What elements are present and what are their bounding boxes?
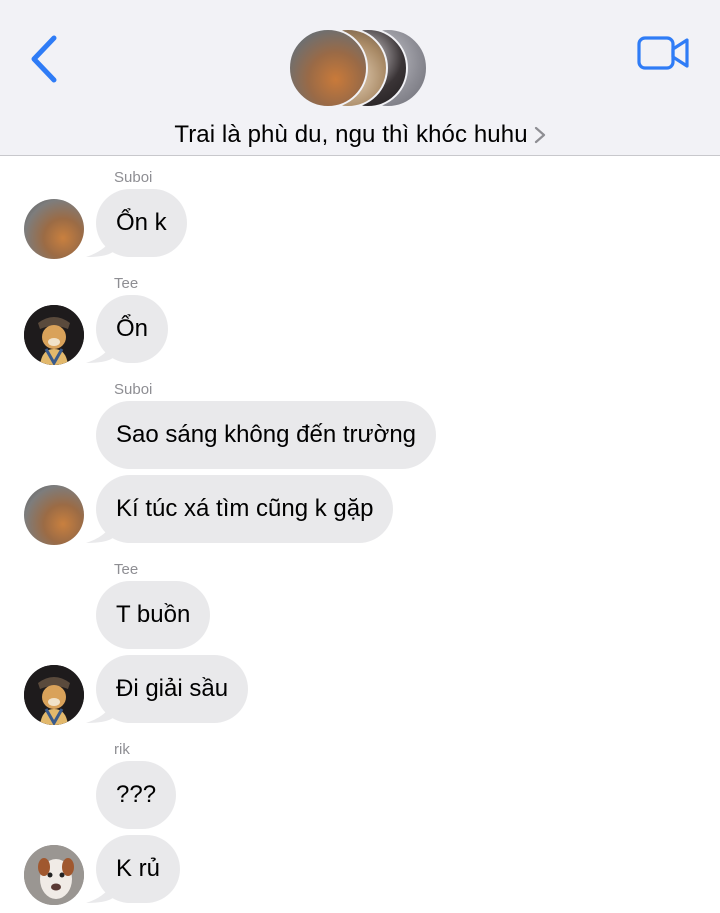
group-avatar-stack[interactable] [288, 28, 433, 110]
chevron-right-icon [534, 126, 545, 144]
cartoon-dog-icon [24, 665, 84, 725]
bubble-tail [86, 341, 114, 363]
group-title-button[interactable]: Trai là phù du, ngu thì khóc huhu [0, 118, 720, 152]
cat-avatar[interactable] [24, 485, 84, 545]
chat-header: Trai là phù du, ngu thì khóc huhu [0, 0, 720, 156]
sender-name: Tee [114, 275, 139, 292]
message-text: Ổn k [116, 209, 167, 236]
message-text: ??? [116, 781, 157, 808]
message-text: T buồn [116, 601, 191, 628]
message-text: Sao sáng không đến trường [116, 421, 417, 448]
sender-name: rik [114, 741, 130, 758]
message-text: Kí túc xá tìm cũng k gặp [116, 495, 374, 522]
message-bubble[interactable]: T buồn [96, 581, 211, 649]
sender-name: Suboi [114, 169, 153, 186]
video-call-button[interactable] [636, 34, 692, 72]
bubble-tail [86, 701, 114, 723]
message-bubble[interactable]: ??? [96, 761, 177, 829]
message-text: K rủ [116, 855, 161, 882]
dog-photo-icon [24, 845, 84, 905]
cat-avatar[interactable] [24, 199, 84, 259]
message-list: Suboi Ổn k Tee Ổn Suboi Sao sáng không đ… [0, 157, 720, 913]
sender-name: Tee [114, 561, 139, 578]
cartoon-dog-icon [24, 305, 84, 365]
message-text: Ổn [116, 315, 149, 342]
back-button[interactable] [26, 32, 66, 86]
message-bubble[interactable]: Đi giải sầu [96, 655, 249, 723]
bubble-tail [86, 235, 114, 257]
message-bubble[interactable]: Sao sáng không đến trường [96, 401, 437, 469]
message-bubble[interactable]: Kí túc xá tìm cũng k gặp [96, 475, 394, 543]
bubble-tail [86, 521, 114, 543]
video-camera-icon [637, 36, 689, 70]
sender-name: Suboi [114, 381, 153, 398]
dog-photo-avatar[interactable] [24, 845, 84, 905]
cartoon-dog-avatar[interactable] [24, 665, 84, 725]
chevron-left-icon [31, 35, 57, 83]
group-title: Trai là phù du, ngu thì khóc huhu [174, 121, 528, 148]
member-avatar-cat [288, 28, 368, 108]
message-text: Đi giải sầu [116, 675, 229, 702]
cartoon-dog-avatar[interactable] [24, 305, 84, 365]
bubble-tail [86, 881, 114, 903]
